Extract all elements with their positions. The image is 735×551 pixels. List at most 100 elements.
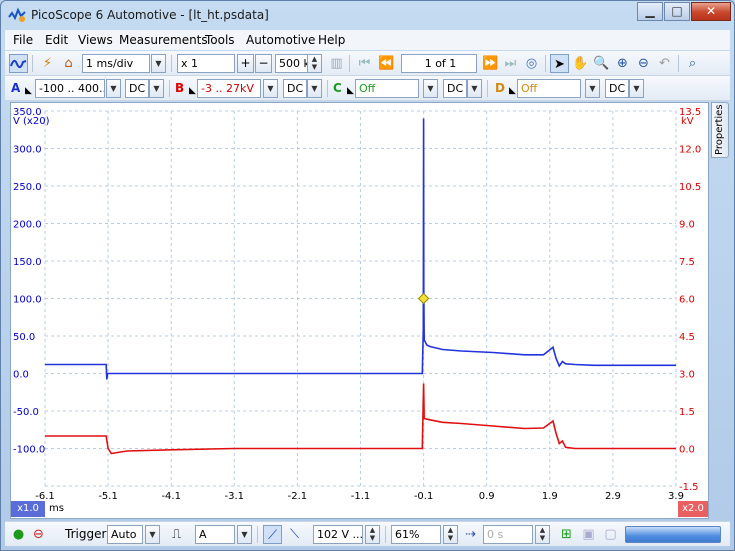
picoscope-logo-icon <box>8 7 26 22</box>
menu-tools[interactable]: Tools <box>205 33 235 47</box>
first-page-icon[interactable]: ⏮ <box>355 54 374 73</box>
chevron-down-icon[interactable]: ▼ <box>149 79 164 98</box>
wand-icon[interactable]: ⚡ <box>38 54 57 73</box>
menu-edit[interactable]: Edit <box>45 33 68 47</box>
menu-automotive[interactable]: Automotive <box>246 33 315 47</box>
main-toolbar: ⚡ ⌂ 1 ms/div ▼ x 1 + − 500 kS ▲▼ ▥ ⏮ ⏪ 1… <box>5 51 730 76</box>
menu-views[interactable]: Views <box>78 33 113 47</box>
right-tick-label: 7.5 <box>679 257 695 268</box>
resolution-icon[interactable]: ▥ <box>327 54 346 73</box>
trigger-mode-select[interactable]: Auto <box>107 525 143 544</box>
channel-d-range[interactable]: Off <box>517 79 581 98</box>
left-tick-label: -100.0 <box>13 445 45 456</box>
x-tick-label: -2.1 <box>288 491 308 502</box>
menu-help[interactable]: Help <box>318 33 345 47</box>
add-measurement-icon[interactable]: ⊞ <box>557 525 576 544</box>
channel-a-coupling[interactable]: DC <box>125 79 149 98</box>
right-tick-label: 4.5 <box>679 332 695 343</box>
channel-b-coupling[interactable]: DC <box>283 79 307 98</box>
channel-c-coupling[interactable]: DC <box>443 79 467 98</box>
left-tick-label: 200.0 <box>13 220 42 231</box>
chevron-down-icon[interactable]: ▼ <box>237 525 252 544</box>
chevron-down-icon[interactable]: ▼ <box>145 525 160 544</box>
zoom-out-button[interactable]: − <box>255 54 272 73</box>
run-icon[interactable]: ● <box>9 525 28 544</box>
zoom-in-button[interactable]: + <box>237 54 254 73</box>
x-axis-unit: ms <box>49 503 64 514</box>
last-page-icon[interactable]: ⏭ <box>501 54 520 73</box>
right-tick-label: 9.0 <box>679 220 695 231</box>
pretrigger-field[interactable]: 61% <box>391 525 441 544</box>
right-tick-label: 1.5 <box>679 407 695 418</box>
left-tick-label: 0.0 <box>13 370 29 381</box>
maximize-button[interactable]: □ <box>664 2 690 21</box>
x-tick-label: -3.1 <box>225 491 245 502</box>
trigger-level-field[interactable]: 102 V ... <box>313 525 363 544</box>
right-tick-label: 6.0 <box>679 295 695 306</box>
delete-measurement-icon[interactable]: ▢ <box>601 525 620 544</box>
trigger-marker-icon <box>417 292 430 305</box>
delay-field[interactable]: 0 s <box>483 525 533 544</box>
prev-page-icon[interactable]: ⏪ <box>377 54 396 73</box>
trigger-type-icon[interactable]: ⎍ <box>167 525 186 544</box>
minimize-icon: ▁ <box>645 4 655 18</box>
properties-tab[interactable]: Properties <box>711 102 729 158</box>
zoom-in-icon[interactable]: ⊕ <box>613 54 632 73</box>
plus-icon: + <box>240 56 251 70</box>
left-tick-label: -50.0 <box>13 407 39 418</box>
scope-mode-icon[interactable] <box>9 54 28 73</box>
x-tick-label: -5.1 <box>98 491 118 502</box>
zoom-select[interactable]: x 1 <box>177 54 235 73</box>
maximize-icon: □ <box>671 4 683 18</box>
chevron-down-icon[interactable]: ▼ <box>106 79 121 98</box>
delay-spinner[interactable]: ▲ ▼ <box>535 525 550 544</box>
right-axis-unit: kV <box>681 116 694 127</box>
title-bar[interactable]: PicoScope 6 Automotive - [lt_ht.psdata] … <box>1 1 734 29</box>
chevron-down-icon[interactable]: ▼ <box>151 54 166 73</box>
left-tick-label: 250.0 <box>13 182 42 193</box>
zoom-out-icon[interactable]: ⊖ <box>634 54 653 73</box>
rising-edge-icon[interactable]: ⟋ <box>263 525 282 544</box>
trigger-channel-select[interactable]: A <box>195 525 235 544</box>
right-axis-zoom[interactable]: x2.0 <box>678 501 708 517</box>
next-page-icon[interactable]: ⏩ <box>481 54 500 73</box>
left-tick-label: 300.0 <box>13 145 42 156</box>
channel-c-range[interactable]: Off <box>355 79 419 98</box>
chevron-down-icon[interactable]: ▼ <box>423 79 438 98</box>
edit-measurement-icon[interactable]: ▣ <box>579 525 598 544</box>
hand-icon[interactable]: ✋ <box>571 54 590 73</box>
chevron-down-icon[interactable]: ▼ <box>307 79 322 98</box>
page-indicator[interactable]: 1 of 1 <box>401 54 477 73</box>
scope-view[interactable]: -6.1 -5.1 -4.1 -3.1 -2.1 -1.1 -0.1 0.9 1.9 2.9 3.9… <box>10 102 709 519</box>
menu-measurements[interactable]: Measurements <box>119 33 208 47</box>
properties-tab-label: Properties <box>714 104 725 155</box>
zoom-region-icon[interactable]: 🔍 <box>592 54 611 73</box>
waveform-chart[interactable]: -6.1 -5.1 -4.1 -3.1 -2.1 -1.1 -0.1 0.9 1.9 2.9 3.9… <box>11 103 708 518</box>
falling-edge-icon[interactable]: ⟍ <box>285 525 304 544</box>
chevron-down-icon[interactable]: ▼ <box>629 79 644 98</box>
channel-a-range[interactable]: -100 .. 400... <box>35 79 105 98</box>
x-tick-label: -1.1 <box>351 491 371 502</box>
left-tick-label: 150.0 <box>13 257 42 268</box>
chevron-down-icon[interactable]: ▼ <box>467 79 482 98</box>
undo-zoom-icon[interactable]: ↶ <box>655 54 674 73</box>
trigger-level-spinner[interactable]: ▲ ▼ <box>365 525 380 544</box>
close-button[interactable]: ✕ <box>691 2 731 21</box>
menu-bar: File Edit Views Measurements Tools Autom… <box>5 30 730 50</box>
samples-spinner[interactable]: ▲ ▼ <box>307 54 322 73</box>
timebase-select[interactable]: 1 ms/div <box>82 54 150 73</box>
left-axis-zoom[interactable]: x1.0 <box>11 501 45 517</box>
minimize-button[interactable]: ▁ <box>637 2 663 21</box>
delay-icon[interactable]: ⇢ <box>461 525 480 544</box>
channel-d-coupling[interactable]: DC <box>605 79 629 98</box>
chevron-down-icon[interactable]: ▼ <box>585 79 600 98</box>
chevron-down-icon[interactable]: ▼ <box>263 79 278 98</box>
channel-b-range[interactable]: -3 .. 27kV <box>197 79 261 98</box>
menu-file[interactable]: File <box>13 33 33 47</box>
compass-icon[interactable]: ◎ <box>522 54 541 73</box>
pretrigger-spinner[interactable]: ▲ ▼ <box>443 525 458 544</box>
pointer-icon[interactable]: ➤ <box>550 54 569 73</box>
zoom-overview-icon[interactable]: ⌕ <box>683 54 702 73</box>
home-icon[interactable]: ⌂ <box>59 54 78 73</box>
stop-icon[interactable]: ⊖ <box>29 525 48 544</box>
